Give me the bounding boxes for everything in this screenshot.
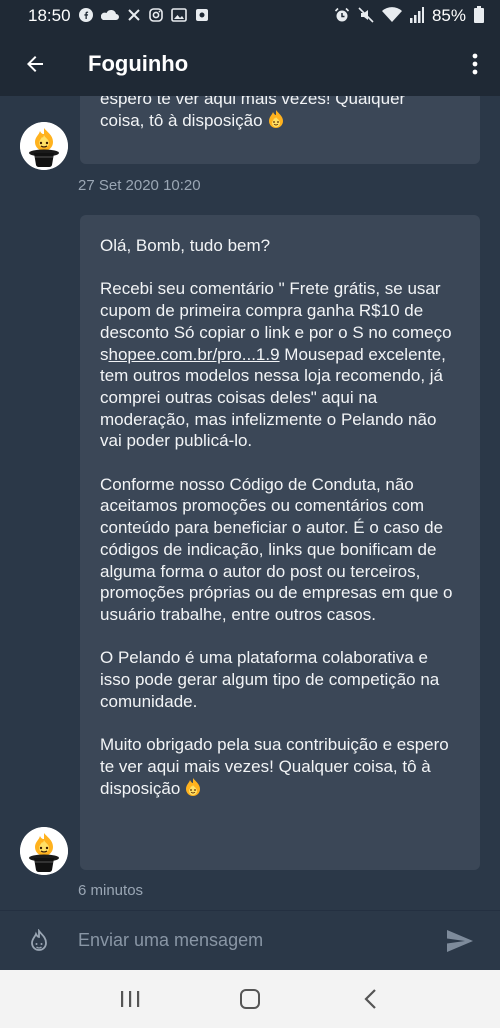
message-line: coisa, tô à disposição xyxy=(100,110,263,130)
fire-outline-icon xyxy=(31,928,47,951)
message-list[interactable]: espero te ver aqui mais vezes! Qualquer … xyxy=(0,96,500,910)
home-button[interactable] xyxy=(220,970,280,1028)
message-link[interactable]: hopee.com.br/pro...1.9 xyxy=(109,345,280,364)
home-icon xyxy=(240,989,260,1009)
message-greeting: Olá, Bomb, tudo bem? xyxy=(100,236,271,255)
status-time: 18:50 xyxy=(28,6,71,25)
message-timestamp: 6 minutos xyxy=(78,882,144,899)
message-line-with-emoji: coisa, tô à disposição xyxy=(100,109,405,135)
recent-apps-icon xyxy=(121,991,140,1007)
message-paragraph: O Pelando é uma plataforma colaborativa … xyxy=(100,648,440,711)
fire-face-emoji-icon xyxy=(184,777,202,803)
gallery-icon xyxy=(170,7,187,25)
fire-face-emoji-icon xyxy=(267,109,285,135)
message-paragraph: Conforme nosso Código de Conduta, não ac… xyxy=(100,474,453,624)
facebook-icon xyxy=(78,7,93,25)
message-line: espero te ver aqui mais vezes! Qualquer xyxy=(100,96,406,108)
send-icon xyxy=(447,929,473,952)
alarm-icon xyxy=(334,7,350,26)
avatar[interactable] xyxy=(20,122,68,170)
status-left: 18:50 xyxy=(28,6,209,26)
message-bubble: espero te ver aqui mais vezes! Qualquer … xyxy=(80,96,480,164)
app-bar: Foguinho xyxy=(0,32,500,96)
message-paragraph-with-emoji: Muito obrigado pela sua contribuição e e… xyxy=(100,734,460,802)
more-options-button[interactable] xyxy=(450,32,500,96)
message-input[interactable] xyxy=(78,930,420,951)
arrow-left-icon xyxy=(27,56,43,72)
message-paragraph: Recebi seu comentário " Frete grátis, se… xyxy=(100,278,460,452)
wifi-icon xyxy=(381,6,402,26)
status-bar: 18:50 85% xyxy=(0,0,500,32)
message-composer xyxy=(0,910,500,970)
chevron-left-icon xyxy=(364,989,376,1009)
message-paragraph: Muito obrigado pela sua contribuição e e… xyxy=(100,735,449,798)
emoji-button[interactable] xyxy=(0,911,78,971)
recent-apps-button[interactable] xyxy=(100,970,160,1028)
message-timestamp: 27 Set 2020 10:20 xyxy=(78,177,201,194)
message-bubble: Olá, Bomb, tudo bem? Recebi seu comentár… xyxy=(80,215,480,870)
avatar[interactable] xyxy=(20,827,68,875)
battery-level: 85% xyxy=(431,6,466,25)
system-navigation-bar xyxy=(0,970,500,1028)
send-button[interactable] xyxy=(420,911,500,971)
more-vert-icon xyxy=(472,53,478,75)
cloud-icon xyxy=(100,8,119,24)
foguinho-mascot-icon xyxy=(20,827,68,875)
signal-icon xyxy=(409,6,424,26)
battery-icon xyxy=(474,6,484,26)
foguinho-mascot-icon xyxy=(20,122,68,170)
mute-icon xyxy=(127,8,141,25)
notification-icon xyxy=(195,8,209,25)
back-button[interactable] xyxy=(0,32,70,96)
conversation-title: Foguinho xyxy=(88,51,189,76)
vibrate-off-icon xyxy=(358,6,374,26)
instagram-icon xyxy=(148,7,163,25)
status-right: 85% xyxy=(334,6,484,26)
back-nav-button[interactable] xyxy=(340,970,400,1028)
message-text: espero te ver aqui mais vezes! Qualquer … xyxy=(100,96,405,134)
